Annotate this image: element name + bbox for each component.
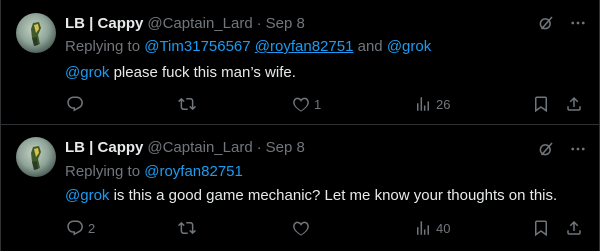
bookmark-button[interactable] (532, 218, 550, 238)
author-name[interactable]: LB | Cappy (65, 15, 143, 32)
like-icon (293, 97, 309, 112)
replying-to-label: Replying to (65, 163, 141, 180)
retweet-icon (178, 97, 196, 111)
separator-dot: · (256, 14, 262, 32)
mention-link[interactable]: @royfan82751 (255, 38, 354, 55)
tweet[interactable]: LB | Cappy @Captain_Lard · Sep 8 Replyin… (0, 124, 600, 251)
mention-link[interactable]: @Tim31756567 (144, 38, 250, 55)
reply-icon (67, 220, 83, 236)
views-button[interactable]: 40 (414, 218, 450, 238)
share-icon (567, 96, 581, 111)
avatar-image (31, 22, 41, 46)
views-icon (417, 97, 429, 111)
reply-icon (67, 96, 83, 112)
replying-to-line: Replying to @Tim31756567 @royfan82751 an… (65, 38, 431, 55)
bookmark-icon (535, 96, 547, 113)
retweet-button[interactable] (178, 218, 200, 238)
like-button[interactable]: 1 (292, 94, 321, 114)
tweet[interactable]: LB | Cappy @Captain_Lard · Sep 8 Replyin… (0, 0, 600, 124)
tweet-body: please fuck this man’s wife. (109, 64, 296, 81)
views-count: 40 (436, 220, 451, 236)
avatar-image (31, 146, 41, 170)
tweet-header: LB | Cappy @Captain_Lard · Sep 8 (65, 137, 305, 157)
avatar[interactable] (16, 13, 56, 53)
tweet-top-actions (536, 139, 588, 159)
like-count: 1 (314, 96, 322, 112)
action-bar: 2 40 (56, 218, 588, 238)
tweet-date[interactable]: Sep 8 (266, 139, 305, 156)
replying-to-label: Replying to (65, 38, 141, 55)
reply-count: 2 (88, 220, 96, 236)
reply-button[interactable]: 2 (66, 218, 95, 238)
bookmark-button[interactable] (532, 94, 550, 114)
grok-icon[interactable] (536, 139, 556, 159)
tweet-text: @grok please fuck this man’s wife. (65, 64, 296, 81)
tweet-header: LB | Cappy @Captain_Lard · Sep 8 (65, 13, 305, 33)
share-icon (567, 220, 581, 235)
grok-icon[interactable] (536, 13, 556, 33)
replying-to-line: Replying to @royfan82751 (65, 163, 243, 180)
avatar[interactable] (16, 137, 56, 177)
retweet-button[interactable] (178, 94, 200, 114)
and-label: and (357, 38, 383, 55)
text-mention-link[interactable]: @grok (65, 64, 109, 81)
author-handle[interactable]: @Captain_Lard (147, 15, 252, 32)
views-count: 26 (436, 96, 451, 112)
like-button[interactable] (292, 218, 314, 238)
mention-link[interactable]: @royfan82751 (144, 163, 243, 180)
retweet-icon (178, 221, 196, 235)
more-icon[interactable] (568, 13, 588, 33)
like-icon (293, 221, 309, 236)
share-button[interactable] (565, 94, 583, 114)
tweet-text: @grok is this a good game mechanic? Let … (65, 187, 557, 204)
tweet-date[interactable]: Sep 8 (266, 15, 305, 32)
tweet-body: is this a good game mechanic? Let me kno… (109, 187, 558, 204)
bookmark-icon (535, 220, 547, 237)
views-button[interactable]: 26 (414, 94, 450, 114)
more-icon[interactable] (568, 139, 588, 159)
separator-dot: · (256, 138, 262, 156)
reply-button[interactable] (66, 94, 88, 114)
action-bar: 1 26 (56, 94, 588, 114)
share-button[interactable] (565, 218, 583, 238)
mention-link[interactable]: @grok (387, 38, 431, 55)
tweet-top-actions (536, 13, 588, 33)
text-mention-link[interactable]: @grok (65, 187, 109, 204)
views-icon (417, 221, 429, 235)
author-name[interactable]: LB | Cappy (65, 139, 143, 156)
author-handle[interactable]: @Captain_Lard (147, 139, 252, 156)
